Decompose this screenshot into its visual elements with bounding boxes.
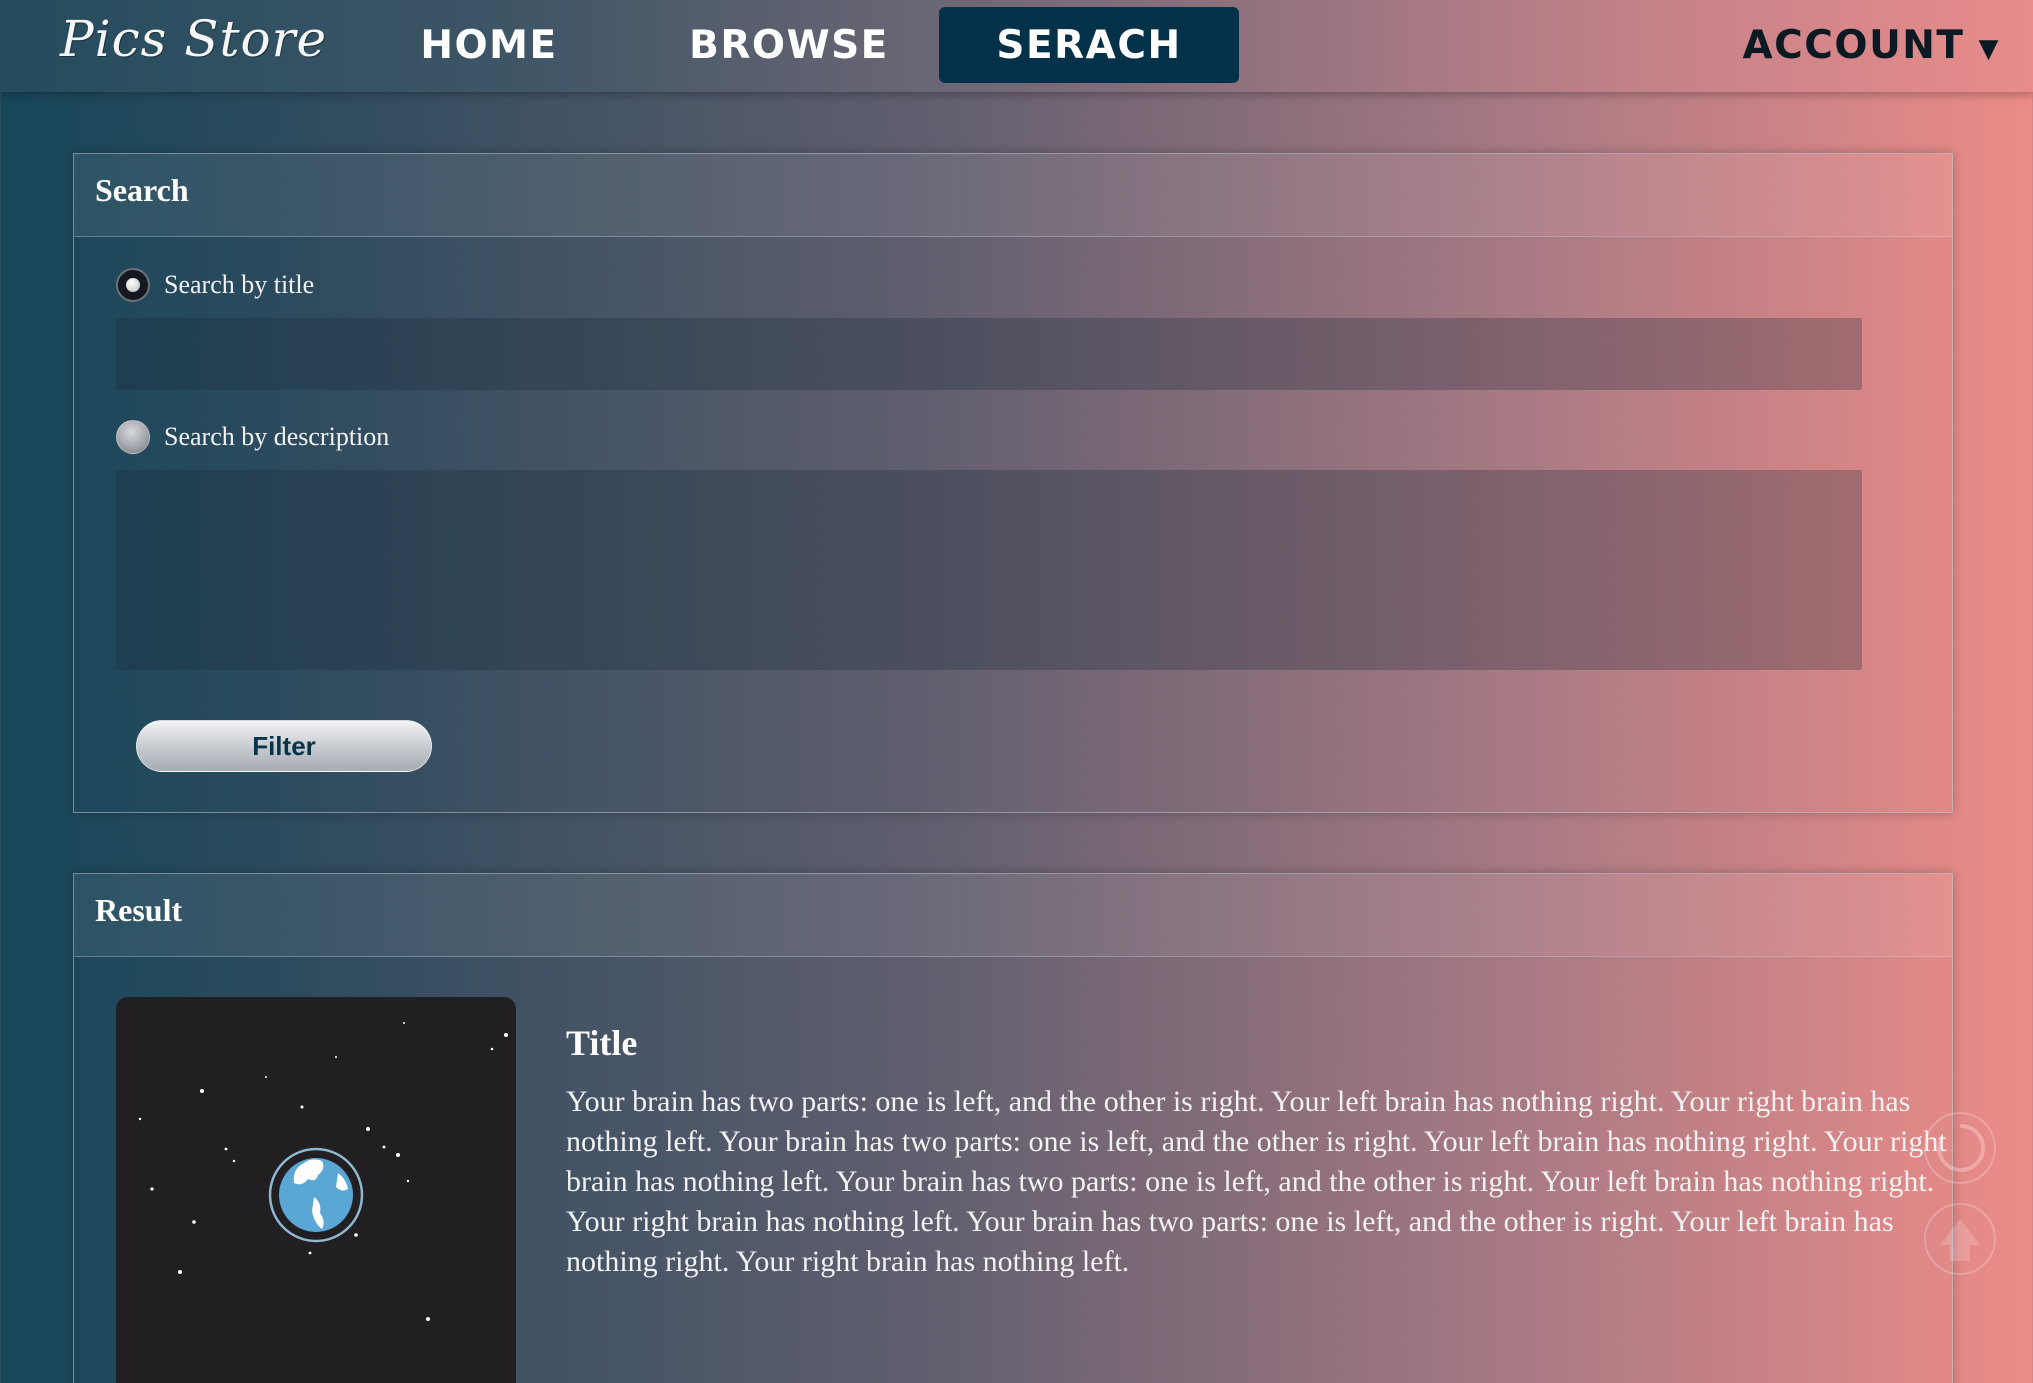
result-image[interactable] — [116, 997, 516, 1383]
search-by-description-label: Search by description — [164, 422, 390, 451]
scroll-to-top-button[interactable] — [1924, 1203, 1996, 1275]
search-by-title-label: Search by title — [164, 270, 315, 299]
nav-home[interactable]: HOME — [400, 7, 578, 83]
search-by-title-option[interactable]: Search by title — [116, 268, 314, 302]
search-by-description-radio[interactable] — [116, 420, 150, 454]
result-description: Your brain has two parts: one is left, a… — [566, 1085, 1947, 1278]
filter-button[interactable]: Filter — [136, 720, 432, 772]
nav-account-menu[interactable]: ACCOUNT ▼ — [1740, 7, 2000, 83]
top-nav: Pics Store HOME BROWSE SERACH ACCOUNT ▼ — [0, 0, 2033, 92]
refresh-icon — [1937, 1123, 1986, 1172]
refresh-button[interactable] — [1924, 1112, 1996, 1184]
result-panel-header: Result — [74, 874, 1952, 957]
search-panel-header: Search — [74, 154, 1952, 237]
description-search-textarea[interactable] — [116, 470, 1862, 670]
search-by-description-option[interactable]: Search by description — [116, 420, 389, 454]
search-by-title-radio[interactable] — [116, 268, 150, 302]
arrow-up-icon — [1940, 1219, 1980, 1261]
nav-search[interactable]: SERACH — [939, 7, 1239, 83]
result-title[interactable]: Title — [566, 1022, 637, 1064]
nav-browse[interactable]: BROWSE — [668, 7, 910, 83]
site-logo[interactable]: Pics Store — [60, 10, 327, 68]
title-search-input[interactable] — [116, 318, 1862, 390]
result-panel: Result Title Your brain has two parts: o… — [73, 873, 1953, 1383]
search-panel: Search Search by title Search by descrip… — [73, 153, 1953, 813]
caret-down-icon: ▼ — [1978, 34, 2000, 64]
account-label: ACCOUNT — [1742, 22, 1965, 68]
earth-in-space-icon — [138, 1022, 508, 1321]
